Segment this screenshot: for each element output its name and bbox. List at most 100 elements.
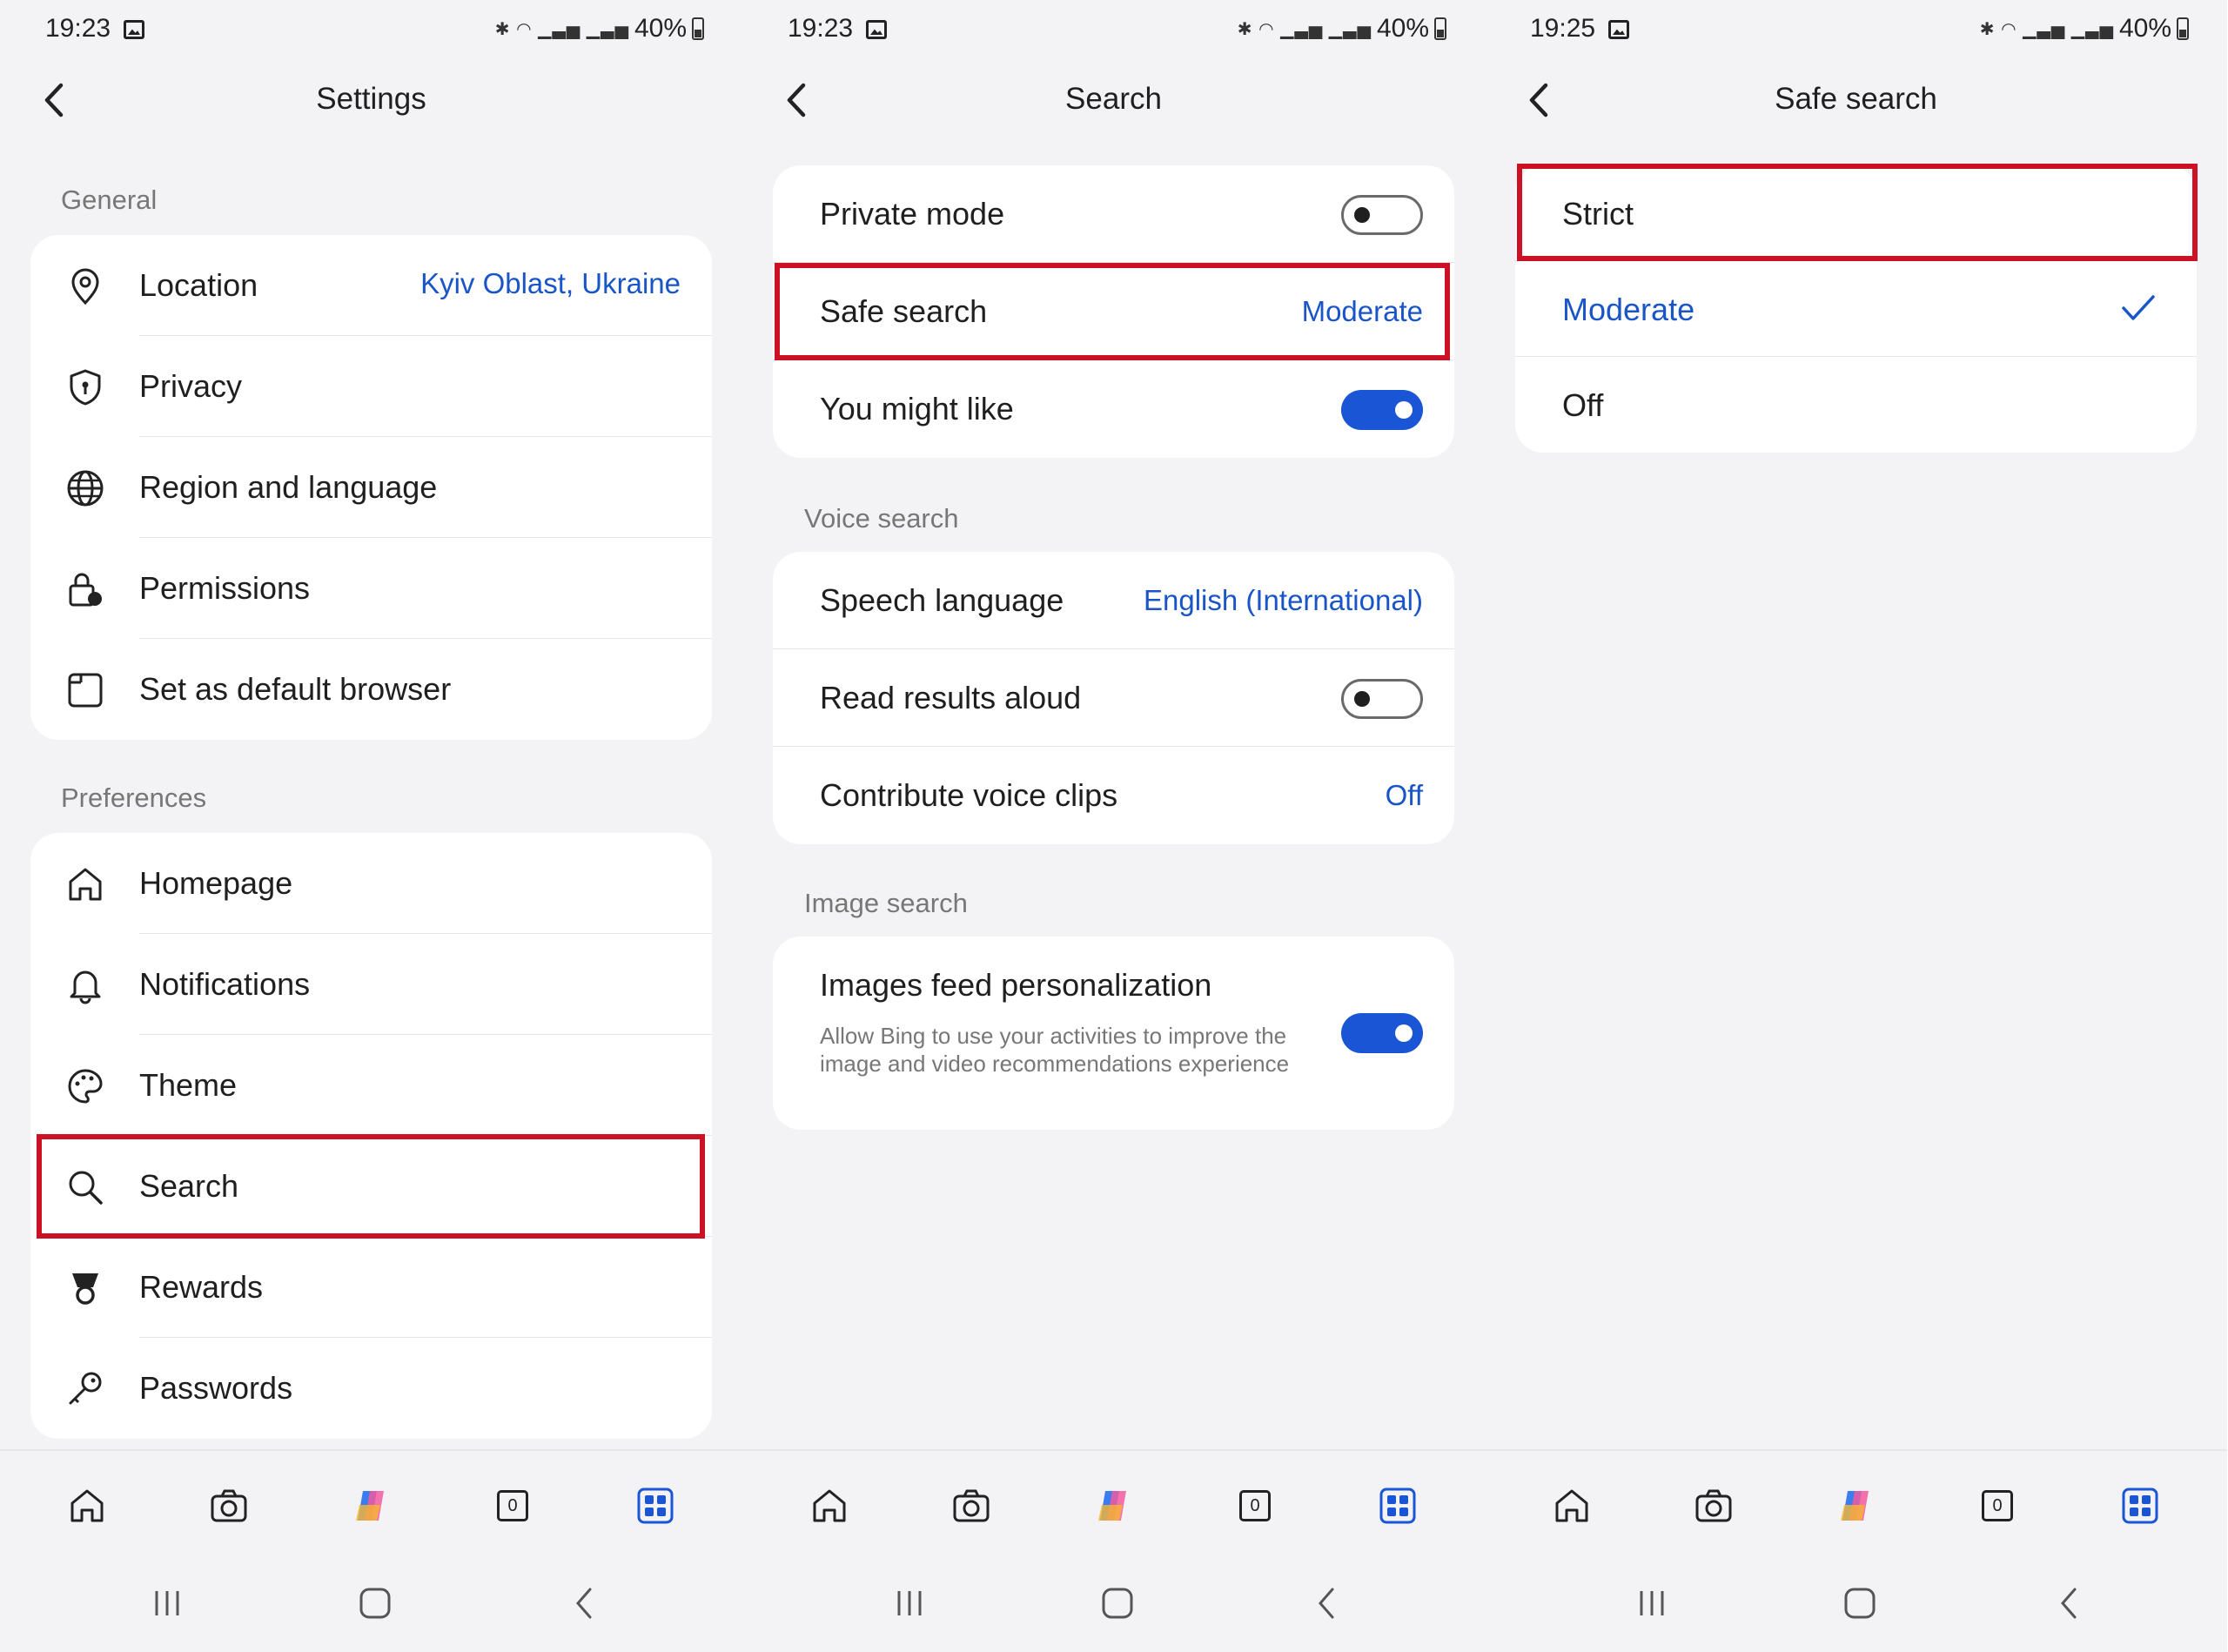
voice-search-label: Voice search (804, 503, 959, 534)
home-button-icon[interactable] (1100, 1586, 1135, 1621)
home-icon[interactable] (809, 1486, 849, 1526)
settings-item-default-browser[interactable]: Set as default browser (30, 639, 712, 740)
settings-item-passwords[interactable]: Passwords (30, 1338, 712, 1439)
private-mode-toggle[interactable] (1341, 195, 1423, 235)
images-feed-label: Images feed personalization (820, 967, 1212, 1003)
palette-icon (68, 1069, 103, 1104)
read-results-row[interactable]: Read results aloud (773, 649, 1454, 747)
home-icon[interactable] (1552, 1486, 1592, 1526)
settings-item-location[interactable]: Location Kyiv Oblast, Ukraine (30, 235, 712, 336)
system-back-icon[interactable] (1310, 1586, 1345, 1621)
system-back-icon[interactable] (567, 1586, 602, 1621)
settings-item-label: Passwords (139, 1370, 293, 1406)
you-might-like-row[interactable]: You might like (773, 360, 1454, 458)
copilot-icon[interactable] (351, 1486, 391, 1526)
settings-item-label: Permissions (139, 570, 311, 606)
speech-language-row[interactable]: Speech language English (International) (773, 552, 1454, 649)
settings-item-label: Region and language (139, 469, 438, 505)
status-time: 19:23 (45, 14, 111, 43)
camera-icon[interactable] (1694, 1486, 1734, 1526)
apps-icon[interactable] (2120, 1486, 2160, 1526)
private-mode-row[interactable]: Private mode (773, 165, 1454, 263)
option-label: Off (1562, 387, 1604, 423)
settings-item-rewards[interactable]: Rewards (30, 1237, 712, 1338)
settings-item-notifications[interactable]: Notifications (30, 934, 712, 1035)
gallery-icon (124, 20, 144, 39)
trophy-icon (72, 1273, 98, 1305)
contribute-voice-row[interactable]: Contribute voice clips Off (773, 747, 1454, 844)
status-right: ✱ ◠ ▁▃▅ ▁▃▅ 40% (1980, 14, 2189, 44)
search-settings-screen: 19:23 ✱ ◠ ▁▃▅ ▁▃▅ 40% Search Private mod… (742, 0, 1485, 1652)
recents-icon[interactable] (150, 1586, 185, 1621)
recents-icon[interactable] (1634, 1586, 1669, 1621)
connectivity-icons: ✱ ◠ ▁▃▅ ▁▃▅ (1237, 19, 1372, 39)
safe-search-value: Moderate (1301, 295, 1423, 327)
contribute-voice-label: Contribute voice clips (820, 777, 1118, 813)
option-strict[interactable]: Strict (1515, 165, 2197, 261)
system-back-icon[interactable] (2052, 1586, 2087, 1621)
settings-header: Settings (0, 61, 742, 139)
copilot-icon[interactable] (1835, 1486, 1876, 1526)
general-card: Location Kyiv Oblast, Ukraine Privacy Re… (30, 235, 712, 740)
tabs-icon[interactable]: 0 (1977, 1486, 2017, 1526)
recents-icon[interactable] (892, 1586, 927, 1621)
status-bar: 19:23 ✱ ◠ ▁▃▅ ▁▃▅ 40% (0, 0, 742, 61)
settings-item-privacy[interactable]: Privacy (30, 336, 712, 437)
preferences-card: Homepage Notifications Theme Search Rewa (30, 833, 712, 1439)
image-search-card: Images feed personalization Allow Bing t… (773, 937, 1454, 1130)
system-nav (1485, 1558, 2227, 1652)
home-button-icon[interactable] (358, 1586, 393, 1621)
safe-search-label: Safe search (820, 293, 988, 329)
safe-search-screen: 19:25 ✱ ◠ ▁▃▅ ▁▃▅ 40% Safe search Strict… (1485, 0, 2227, 1652)
battery-percent: 40% (1376, 14, 1429, 43)
status-time: 19:23 (788, 14, 854, 43)
home-icon[interactable] (67, 1486, 107, 1526)
tabs-icon[interactable]: 0 (493, 1486, 533, 1526)
safe-search-header: Safe search (1485, 61, 2227, 139)
battery-icon (2177, 17, 2189, 40)
read-results-label: Read results aloud (820, 680, 1082, 715)
camera-icon[interactable] (951, 1486, 991, 1526)
settings-item-permissions[interactable]: Permissions (30, 538, 712, 639)
status-bar: 19:25 ✱ ◠ ▁▃▅ ▁▃▅ 40% (1485, 0, 2227, 61)
gallery-icon (1608, 20, 1629, 39)
battery-percent: 40% (634, 14, 687, 43)
battery-icon (1434, 17, 1446, 40)
option-moderate[interactable]: Moderate (1515, 261, 2197, 357)
settings-item-homepage[interactable]: Homepage (30, 833, 712, 934)
settings-item-theme[interactable]: Theme (30, 1035, 712, 1136)
status-right: ✱ ◠ ▁▃▅ ▁▃▅ 40% (1238, 14, 1446, 44)
screens-container: 19:23 ✱ ◠ ▁▃▅ ▁▃▅ 40% Settings General L… (0, 0, 2228, 1652)
connectivity-icons: ✱ ◠ ▁▃▅ ▁▃▅ (494, 19, 629, 39)
apps-icon[interactable] (1378, 1486, 1418, 1526)
images-feed-description: Allow Bing to use your activities to imp… (820, 1023, 1290, 1077)
images-feed-row[interactable]: Images feed personalization Allow Bing t… (773, 937, 1454, 1130)
settings-item-region[interactable]: Region and language (30, 437, 712, 538)
option-off[interactable]: Off (1515, 357, 2197, 453)
location-value: Kyiv Oblast, Ukraine (420, 267, 681, 299)
safe-search-row[interactable]: Safe search Moderate (773, 263, 1454, 360)
images-feed-toggle[interactable] (1341, 1013, 1423, 1053)
section-general-label: General (61, 185, 158, 215)
read-results-toggle[interactable] (1341, 679, 1423, 719)
home-button-icon[interactable] (1842, 1586, 1877, 1621)
section-preferences-label: Preferences (61, 782, 207, 813)
apps-icon[interactable] (635, 1486, 675, 1526)
system-nav (0, 1558, 742, 1652)
status-time: 19:25 (1530, 14, 1596, 43)
tabs-icon[interactable]: 0 (1235, 1486, 1275, 1526)
voice-search-card: Speech language English (International) … (773, 552, 1454, 844)
you-might-like-toggle[interactable] (1341, 390, 1423, 430)
option-label: Moderate (1562, 292, 1695, 327)
tabs-count: 0 (1982, 1490, 2013, 1521)
lock-icon (69, 573, 102, 607)
bell-icon (70, 970, 101, 1004)
settings-item-label: Privacy (139, 368, 243, 404)
copilot-icon[interactable] (1093, 1486, 1133, 1526)
private-mode-label: Private mode (820, 196, 1005, 232)
speech-language-value: English (International) (1143, 584, 1423, 616)
bottom-nav: 0 (742, 1449, 1485, 1558)
settings-item-search[interactable]: Search (30, 1136, 712, 1237)
camera-icon[interactable] (209, 1486, 249, 1526)
settings-item-label: Rewards (139, 1269, 264, 1305)
